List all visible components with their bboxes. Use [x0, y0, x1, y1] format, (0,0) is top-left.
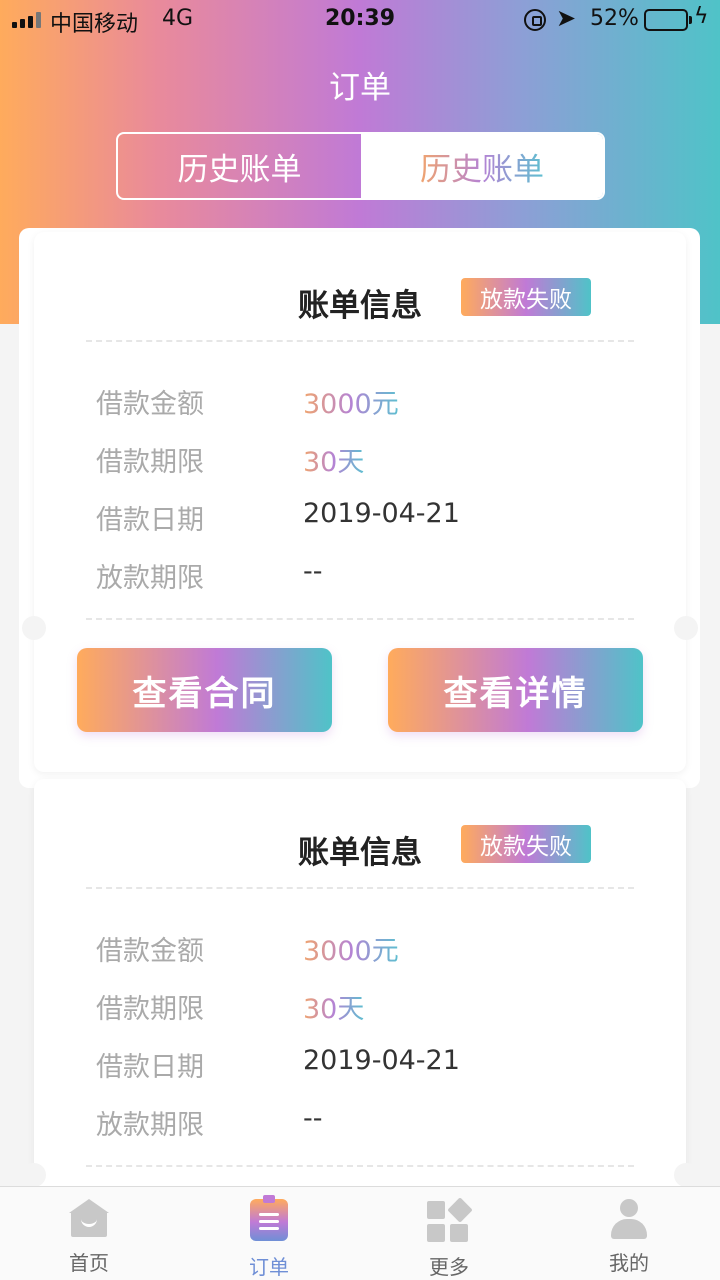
- info-value: 2019-04-21: [303, 1045, 460, 1076]
- bill-tab-switch: 历史账单 历史账单: [116, 132, 605, 200]
- info-label: 放款期限: [96, 563, 204, 594]
- divider: [86, 618, 634, 620]
- info-row-date: 借款日期 2019-04-21: [96, 1045, 656, 1085]
- tab-history-active[interactable]: 历史账单: [118, 134, 361, 198]
- rotation-lock-icon: [524, 9, 546, 31]
- bill-card: 账单信息 放款失败 借款金额 3000元 借款期限 30天 借款日期 2019-…: [22, 779, 698, 1199]
- bill-card: 账单信息 放款失败 借款金额 3000元 借款期限 30天 借款日期 2019-…: [22, 232, 698, 772]
- bottom-tab-bar: 首页 订单 更多 我的: [0, 1186, 720, 1280]
- info-row-payout-term: 放款期限 --: [96, 556, 656, 596]
- grid-icon: [427, 1197, 473, 1243]
- info-label: 借款期限: [96, 994, 204, 1025]
- tab-orders[interactable]: 订单: [209, 1187, 329, 1280]
- ticket-notch: [22, 1163, 46, 1187]
- tab-me[interactable]: 我的: [569, 1187, 689, 1280]
- divider: [86, 340, 634, 342]
- info-row-amount: 借款金额 3000元: [96, 382, 656, 422]
- info-label: 借款金额: [96, 936, 204, 967]
- info-value: 3000元: [303, 382, 399, 421]
- info-row-term: 借款期限 30天: [96, 987, 656, 1027]
- user-icon: [611, 1199, 647, 1239]
- home-icon: [69, 1199, 109, 1237]
- ticket-notch: [22, 616, 46, 640]
- order-icon: [250, 1195, 288, 1241]
- info-row-date: 借款日期 2019-04-21: [96, 498, 656, 538]
- status-bar: 中国移动 4G 20:39 ➤ 52% ϟ: [0, 0, 720, 40]
- info-value: --: [303, 556, 323, 587]
- battery-icon: [644, 9, 692, 31]
- page-title: 订单: [329, 70, 391, 106]
- info-label: 借款日期: [96, 1052, 204, 1083]
- info-label: 放款期限: [96, 1110, 204, 1141]
- info-label: 借款金额: [96, 389, 204, 420]
- tab-home[interactable]: 首页: [29, 1187, 149, 1280]
- tab-label: 我的: [609, 1251, 649, 1275]
- bill-card-title: 账单信息: [298, 835, 422, 871]
- bill-card-header: 账单信息 放款失败: [34, 276, 686, 324]
- charging-bolt-icon: ϟ: [694, 4, 709, 29]
- status-badge: 放款失败: [461, 278, 591, 316]
- tab-history-inactive[interactable]: 历史账单: [361, 134, 603, 198]
- status-badge: 放款失败: [461, 825, 591, 863]
- tab-more[interactable]: 更多: [389, 1187, 509, 1280]
- info-value: --: [303, 1103, 323, 1134]
- info-row-payout-term: 放款期限 --: [96, 1103, 656, 1143]
- bill-card-header: 账单信息 放款失败: [34, 823, 686, 871]
- tab-history-inactive-label: 历史账单: [420, 144, 544, 189]
- view-details-button[interactable]: 查看详情: [388, 648, 643, 732]
- info-value: 30天: [303, 440, 364, 479]
- divider: [86, 887, 634, 889]
- tab-label: 更多: [429, 1255, 469, 1279]
- info-value: 3000元: [303, 929, 399, 968]
- location-arrow-icon: ➤: [556, 4, 577, 32]
- info-label: 借款期限: [96, 447, 204, 478]
- tab-label: 首页: [69, 1251, 109, 1275]
- bill-card-title: 账单信息: [298, 288, 422, 324]
- battery-percent: 52%: [590, 6, 639, 31]
- ticket-notch: [674, 1163, 698, 1187]
- info-value: 2019-04-21: [303, 498, 460, 529]
- tab-label: 订单: [249, 1255, 289, 1279]
- ticket-notch: [674, 616, 698, 640]
- divider: [86, 1165, 634, 1167]
- info-value: 30天: [303, 987, 364, 1026]
- info-row-term: 借款期限 30天: [96, 440, 656, 480]
- info-row-amount: 借款金额 3000元: [96, 929, 656, 969]
- info-label: 借款日期: [96, 505, 204, 536]
- view-contract-button[interactable]: 查看合同: [77, 648, 332, 732]
